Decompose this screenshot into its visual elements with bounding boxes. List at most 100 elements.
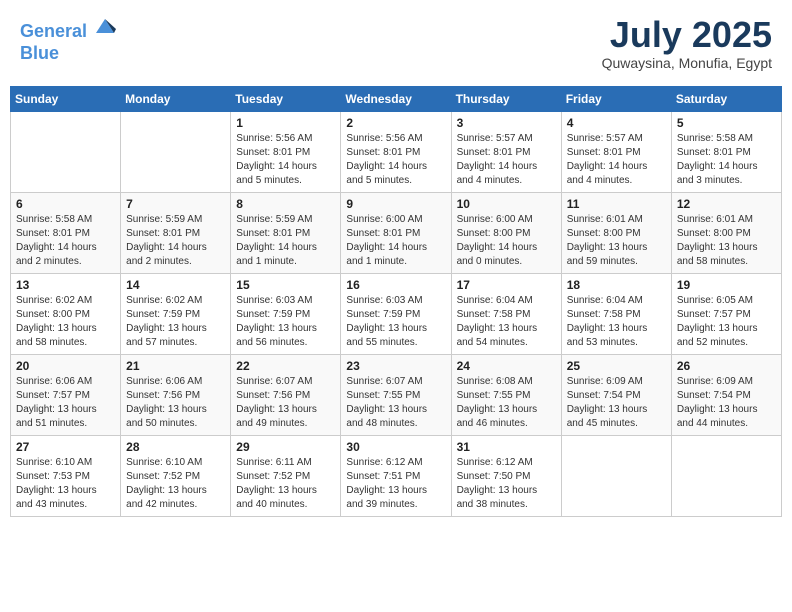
calendar-cell: 6 Sunrise: 5:58 AM Sunset: 8:01 PM Daylig…	[11, 192, 121, 273]
day-number: 25	[567, 359, 666, 373]
calendar-cell: 25 Sunrise: 6:09 AM Sunset: 7:54 PM Dayli…	[561, 354, 671, 435]
calendar-cell: 10 Sunrise: 6:00 AM Sunset: 8:00 PM Dayli…	[451, 192, 561, 273]
day-number: 7	[126, 197, 225, 211]
calendar-cell: 8 Sunrise: 5:59 AM Sunset: 8:01 PM Daylig…	[231, 192, 341, 273]
calendar-cell: 26 Sunrise: 6:09 AM Sunset: 7:54 PM Dayli…	[671, 354, 781, 435]
day-info: Sunrise: 5:57 AM Sunset: 8:01 PM Dayligh…	[567, 132, 666, 188]
calendar-header: SundayMondayTuesdayWednesdayThursdayFrid…	[11, 86, 782, 111]
day-number: 30	[346, 440, 445, 454]
month-title: July 2025	[602, 15, 772, 55]
day-number: 18	[567, 278, 666, 292]
day-number: 20	[16, 359, 115, 373]
day-info: Sunrise: 5:58 AM Sunset: 8:01 PM Dayligh…	[16, 213, 115, 269]
logo-icon	[94, 15, 116, 37]
weekday-header: Wednesday	[341, 86, 451, 111]
day-number: 3	[457, 116, 556, 130]
logo-text: General	[20, 15, 116, 43]
calendar-week-row: 27 Sunrise: 6:10 AM Sunset: 7:53 PM Dayli…	[11, 435, 782, 516]
calendar-cell: 5Sunrise: 5:58 AM Sunset: 8:01 PM Daylig…	[671, 111, 781, 192]
calendar-cell: 4 Sunrise: 5:57 AM Sunset: 8:01 PM Daylig…	[561, 111, 671, 192]
day-info: Sunrise: 6:08 AM Sunset: 7:55 PM Dayligh…	[457, 375, 556, 431]
logo-blue: Blue	[20, 43, 116, 65]
day-number: 23	[346, 359, 445, 373]
calendar-cell: 24Sunrise: 6:08 AM Sunset: 7:55 PM Dayli…	[451, 354, 561, 435]
weekday-header: Sunday	[11, 86, 121, 111]
day-info: Sunrise: 6:02 AM Sunset: 7:59 PM Dayligh…	[126, 294, 225, 350]
page-header: General Blue July 2025 Quwaysina, Monufi…	[10, 10, 782, 76]
calendar-table: SundayMondayTuesdayWednesdayThursdayFrid…	[10, 86, 782, 517]
weekday-header: Saturday	[671, 86, 781, 111]
calendar-cell: 17Sunrise: 6:04 AM Sunset: 7:58 PM Dayli…	[451, 273, 561, 354]
calendar-week-row: 20 Sunrise: 6:06 AM Sunset: 7:57 PM Dayli…	[11, 354, 782, 435]
calendar-cell: 31Sunrise: 6:12 AM Sunset: 7:50 PM Dayli…	[451, 435, 561, 516]
day-info: Sunrise: 6:02 AM Sunset: 8:00 PM Dayligh…	[16, 294, 115, 350]
day-number: 13	[16, 278, 115, 292]
weekday-header: Monday	[121, 86, 231, 111]
day-info: Sunrise: 6:07 AM Sunset: 7:55 PM Dayligh…	[346, 375, 445, 431]
day-number: 29	[236, 440, 335, 454]
day-number: 31	[457, 440, 556, 454]
day-number: 12	[677, 197, 776, 211]
day-number: 15	[236, 278, 335, 292]
calendar-cell: 29 Sunrise: 6:11 AM Sunset: 7:52 PM Dayli…	[231, 435, 341, 516]
day-info: Sunrise: 6:01 AM Sunset: 8:00 PM Dayligh…	[677, 213, 776, 269]
day-info: Sunrise: 6:06 AM Sunset: 7:56 PM Dayligh…	[126, 375, 225, 431]
day-info: Sunrise: 6:03 AM Sunset: 7:59 PM Dayligh…	[346, 294, 445, 350]
day-number: 4	[567, 116, 666, 130]
day-number: 27	[16, 440, 115, 454]
day-info: Sunrise: 6:01 AM Sunset: 8:00 PM Dayligh…	[567, 213, 666, 269]
calendar-week-row: 1 Sunrise: 5:56 AM Sunset: 8:01 PM Daylig…	[11, 111, 782, 192]
day-number: 2	[346, 116, 445, 130]
day-number: 26	[677, 359, 776, 373]
day-number: 28	[126, 440, 225, 454]
day-number: 8	[236, 197, 335, 211]
calendar-week-row: 6 Sunrise: 5:58 AM Sunset: 8:01 PM Daylig…	[11, 192, 782, 273]
calendar-cell: 21 Sunrise: 6:06 AM Sunset: 7:56 PM Dayli…	[121, 354, 231, 435]
calendar-cell: 2 Sunrise: 5:56 AM Sunset: 8:01 PM Daylig…	[341, 111, 451, 192]
day-info: Sunrise: 6:00 AM Sunset: 8:00 PM Dayligh…	[457, 213, 556, 269]
calendar-cell: 14Sunrise: 6:02 AM Sunset: 7:59 PM Dayli…	[121, 273, 231, 354]
calendar-cell	[11, 111, 121, 192]
calendar-cell: 12 Sunrise: 6:01 AM Sunset: 8:00 PM Dayli…	[671, 192, 781, 273]
calendar-cell	[561, 435, 671, 516]
day-number: 6	[16, 197, 115, 211]
day-info: Sunrise: 5:58 AM Sunset: 8:01 PM Dayligh…	[677, 132, 776, 188]
day-number: 1	[236, 116, 335, 130]
day-number: 19	[677, 278, 776, 292]
day-info: Sunrise: 6:09 AM Sunset: 7:54 PM Dayligh…	[677, 375, 776, 431]
calendar-cell: 30 Sunrise: 6:12 AM Sunset: 7:51 PM Dayli…	[341, 435, 451, 516]
day-info: Sunrise: 6:10 AM Sunset: 7:53 PM Dayligh…	[16, 456, 115, 512]
calendar-cell: 11 Sunrise: 6:01 AM Sunset: 8:00 PM Dayli…	[561, 192, 671, 273]
calendar-cell: 15 Sunrise: 6:03 AM Sunset: 7:59 PM Dayli…	[231, 273, 341, 354]
logo-general: General	[20, 21, 87, 41]
weekday-header: Friday	[561, 86, 671, 111]
day-info: Sunrise: 5:59 AM Sunset: 8:01 PM Dayligh…	[236, 213, 335, 269]
day-info: Sunrise: 6:04 AM Sunset: 7:58 PM Dayligh…	[567, 294, 666, 350]
day-info: Sunrise: 6:03 AM Sunset: 7:59 PM Dayligh…	[236, 294, 335, 350]
day-number: 21	[126, 359, 225, 373]
calendar-cell: 9Sunrise: 6:00 AM Sunset: 8:01 PM Daylig…	[341, 192, 451, 273]
day-info: Sunrise: 6:06 AM Sunset: 7:57 PM Dayligh…	[16, 375, 115, 431]
day-number: 17	[457, 278, 556, 292]
calendar-cell: 13 Sunrise: 6:02 AM Sunset: 8:00 PM Dayli…	[11, 273, 121, 354]
logo: General Blue	[20, 15, 116, 64]
day-number: 10	[457, 197, 556, 211]
calendar-cell: 20 Sunrise: 6:06 AM Sunset: 7:57 PM Dayli…	[11, 354, 121, 435]
day-number: 22	[236, 359, 335, 373]
day-info: Sunrise: 6:11 AM Sunset: 7:52 PM Dayligh…	[236, 456, 335, 512]
day-info: Sunrise: 5:56 AM Sunset: 8:01 PM Dayligh…	[346, 132, 445, 188]
day-info: Sunrise: 5:59 AM Sunset: 8:01 PM Dayligh…	[126, 213, 225, 269]
calendar-cell: 1 Sunrise: 5:56 AM Sunset: 8:01 PM Daylig…	[231, 111, 341, 192]
day-number: 11	[567, 197, 666, 211]
day-info: Sunrise: 6:12 AM Sunset: 7:51 PM Dayligh…	[346, 456, 445, 512]
day-number: 16	[346, 278, 445, 292]
calendar-cell	[671, 435, 781, 516]
calendar-cell: 18 Sunrise: 6:04 AM Sunset: 7:58 PM Dayli…	[561, 273, 671, 354]
location: Quwaysina, Monufia, Egypt	[602, 55, 772, 71]
day-info: Sunrise: 5:56 AM Sunset: 8:01 PM Dayligh…	[236, 132, 335, 188]
day-info: Sunrise: 6:05 AM Sunset: 7:57 PM Dayligh…	[677, 294, 776, 350]
calendar-cell: 7 Sunrise: 5:59 AM Sunset: 8:01 PM Daylig…	[121, 192, 231, 273]
calendar-cell: 22Sunrise: 6:07 AM Sunset: 7:56 PM Dayli…	[231, 354, 341, 435]
weekday-header: Tuesday	[231, 86, 341, 111]
day-info: Sunrise: 6:09 AM Sunset: 7:54 PM Dayligh…	[567, 375, 666, 431]
